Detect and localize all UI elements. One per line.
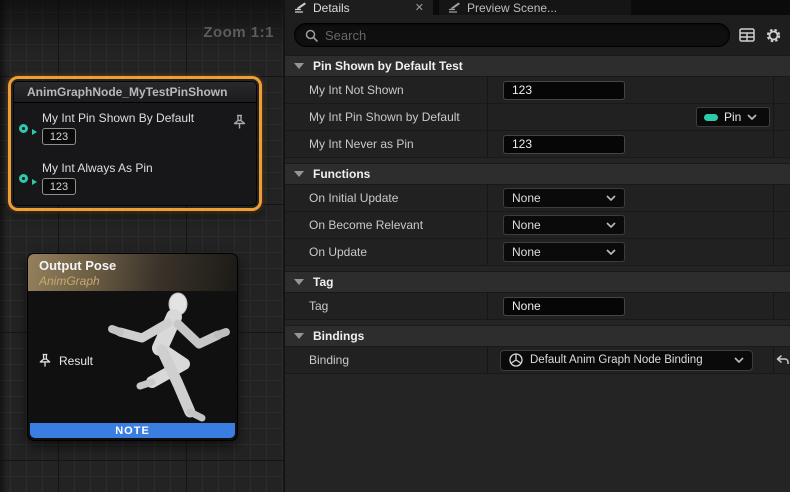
- details-tab-icon: [294, 2, 307, 13]
- binding-class-icon: [509, 353, 523, 367]
- pose-pin-icon[interactable]: [38, 353, 52, 369]
- preview-tab-icon: [448, 2, 461, 13]
- property-label: Binding: [285, 347, 488, 373]
- node-header[interactable]: AnimGraphNode_MyTestPinShown: [14, 82, 256, 103]
- display-filter-icon[interactable]: [738, 26, 756, 44]
- note-badge[interactable]: NOTE: [30, 423, 235, 438]
- section-functions: Functions On Initial Update None On Beco…: [285, 163, 790, 266]
- chevron-down-icon: [294, 171, 304, 177]
- node-subtitle: AnimGraph: [39, 274, 237, 288]
- on-become-relevant-dropdown[interactable]: None: [503, 215, 625, 235]
- zoom-level-indicator: Zoom 1:1: [203, 24, 274, 41]
- graph-node-output-pose[interactable]: Output Pose AnimGraph: [27, 253, 238, 441]
- dropdown-value: None: [512, 218, 541, 232]
- category-header[interactable]: Bindings: [285, 325, 790, 347]
- result-pin[interactable]: Result: [38, 353, 93, 369]
- search-input[interactable]: [325, 28, 719, 43]
- on-update-dropdown[interactable]: None: [503, 242, 625, 262]
- chevron-down-icon: [294, 333, 304, 339]
- property-label: On Initial Update: [285, 185, 488, 211]
- binding-value: Default Anim Graph Node Binding: [530, 354, 703, 366]
- unreal-editor-window: Zoom 1:1 AnimGraphNode_MyTestPinShown My…: [0, 0, 790, 492]
- graph-left-shadow: [0, 0, 7, 492]
- section-pin-shown-by-default-test: Pin Shown by Default Test My Int Not Sho…: [285, 55, 790, 158]
- category-title: Bindings: [313, 329, 364, 343]
- property-label: My Int Never as Pin: [285, 131, 488, 157]
- pin-dropdown-label: Pin: [724, 110, 741, 124]
- chevron-down-icon: [747, 114, 757, 120]
- dropdown-value: None: [512, 191, 541, 205]
- property-row-tag: Tag: [285, 293, 790, 320]
- tab-label: Preview Scene...: [467, 1, 557, 15]
- tab-details[interactable]: Details ✕: [285, 0, 433, 15]
- property-row-on-become-relevant: On Become Relevant None: [285, 212, 790, 239]
- node-title: AnimGraphNode_MyTestPinShown: [27, 85, 227, 99]
- int-pin-icon[interactable]: [19, 124, 28, 133]
- thumbtack-pin-icon[interactable]: [232, 114, 247, 131]
- section-tag: Tag Tag: [285, 271, 790, 320]
- my-int-not-shown-input[interactable]: [503, 81, 625, 100]
- category-header[interactable]: Pin Shown by Default Test: [285, 55, 790, 77]
- category-title: Pin Shown by Default Test: [313, 59, 463, 73]
- tag-input[interactable]: [503, 297, 625, 316]
- category-header[interactable]: Functions: [285, 163, 790, 185]
- dropdown-value: None: [512, 245, 541, 259]
- result-pin-label: Result: [59, 354, 93, 368]
- property-row-my-int-pin-shown-by-default: My Int Pin Shown by Default Pin: [285, 104, 790, 131]
- pin-label: My Int Always As Pin: [42, 161, 153, 175]
- pin-label: My Int Pin Shown By Default: [42, 111, 194, 125]
- running-mannequin-image: [86, 290, 236, 428]
- search-icon: [305, 29, 318, 42]
- binding-dropdown[interactable]: Default Anim Graph Node Binding: [500, 350, 753, 371]
- category-header[interactable]: Tag: [285, 271, 790, 293]
- category-title: Functions: [313, 167, 370, 181]
- reset-to-default-icon[interactable]: [776, 355, 789, 365]
- details-panel: Details ✕ Preview Scene...: [285, 0, 790, 492]
- category-title: Tag: [313, 275, 333, 289]
- node-header[interactable]: Output Pose AnimGraph: [28, 254, 237, 291]
- pin-my-int-pin-shown-by-default[interactable]: My Int Pin Shown By Default 123: [19, 111, 194, 145]
- property-row-binding: Binding Default Anim Graph Node Binding: [285, 347, 790, 374]
- property-label: On Update: [285, 239, 488, 265]
- chevron-down-icon: [734, 357, 744, 363]
- property-row-on-initial-update: On Initial Update None: [285, 185, 790, 212]
- on-initial-update-dropdown[interactable]: None: [503, 188, 625, 208]
- chevron-down-icon: [294, 63, 304, 69]
- property-label: My Int Pin Shown by Default: [285, 104, 488, 130]
- property-row-my-int-not-shown: My Int Not Shown: [285, 77, 790, 104]
- pin-my-int-always-as-pin[interactable]: My Int Always As Pin 123: [19, 161, 153, 195]
- my-int-never-as-pin-input[interactable]: [503, 135, 625, 154]
- graph-node-test-pin-shown[interactable]: AnimGraphNode_MyTestPinShown My Int Pin …: [8, 76, 262, 211]
- property-row-my-int-never-as-pin: My Int Never as Pin: [285, 131, 790, 158]
- tab-label: Details: [313, 1, 350, 15]
- close-tab-icon[interactable]: ✕: [415, 1, 424, 14]
- node-title: Output Pose: [39, 258, 237, 273]
- int-pin-icon[interactable]: [19, 174, 28, 183]
- pin-capsule-icon: [704, 114, 718, 121]
- section-bindings: Bindings Binding Default Anim Graph Node…: [285, 325, 790, 374]
- search-box[interactable]: [294, 23, 730, 47]
- pin-visibility-dropdown[interactable]: Pin: [696, 107, 770, 127]
- details-tabbar: Details ✕ Preview Scene...: [285, 0, 790, 15]
- chevron-down-icon: [606, 195, 616, 201]
- chevron-down-icon: [606, 249, 616, 255]
- chevron-down-icon: [606, 222, 616, 228]
- property-label: On Become Relevant: [285, 212, 488, 238]
- pin-value-field[interactable]: 123: [42, 128, 76, 145]
- settings-gear-icon[interactable]: [764, 26, 782, 44]
- animgraph-canvas[interactable]: Zoom 1:1 AnimGraphNode_MyTestPinShown My…: [0, 0, 283, 492]
- details-toolbar: [285, 15, 790, 55]
- chevron-down-icon: [294, 279, 304, 285]
- property-label: My Int Not Shown: [285, 77, 488, 103]
- pin-value-field[interactable]: 123: [42, 178, 76, 195]
- tab-preview-scene[interactable]: Preview Scene...: [439, 0, 631, 15]
- property-label: Tag: [285, 293, 488, 319]
- node-body: AnimGraphNode_MyTestPinShown My Int Pin …: [13, 81, 257, 206]
- property-row-on-update: On Update None: [285, 239, 790, 266]
